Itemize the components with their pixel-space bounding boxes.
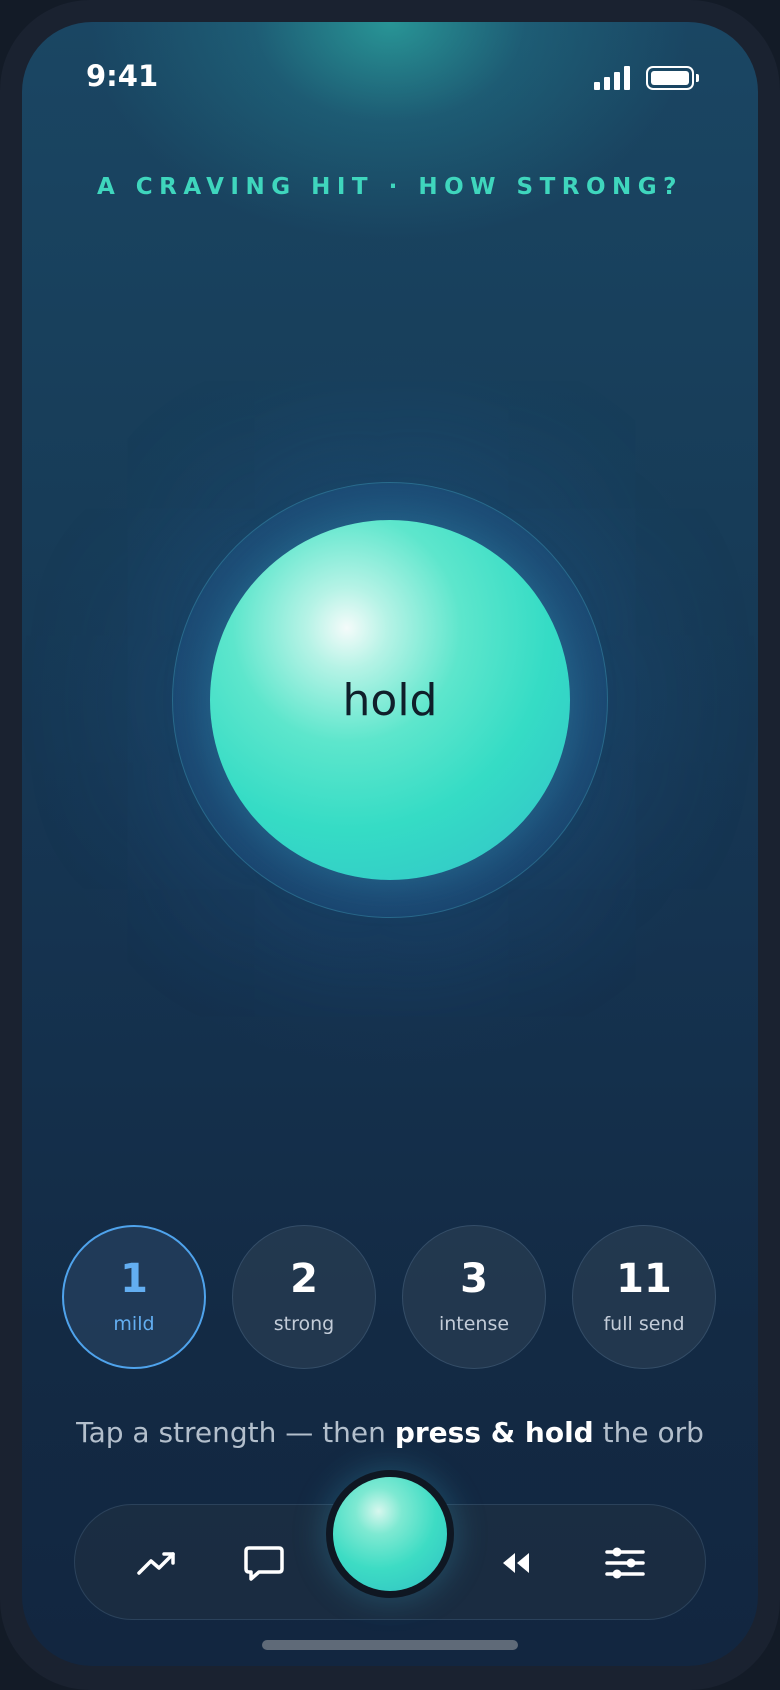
strength-value: 1 <box>120 1256 148 1302</box>
hint-emphasis: press & hold <box>394 1416 594 1449</box>
status-icons <box>594 66 699 90</box>
strength-value: 2 <box>290 1256 318 1302</box>
status-time: 9:41 <box>86 59 159 93</box>
chat-bubble-icon[interactable] <box>241 1541 285 1585</box>
signal-icon <box>594 66 630 90</box>
tab-orb-wrapper <box>326 1470 454 1598</box>
strength-selector: 1 mild 2 strong 3 intense 11 full send <box>62 1225 718 1369</box>
orb-label: hold <box>342 674 438 726</box>
orb-icon[interactable] <box>333 1477 447 1591</box>
strength-label: intense <box>438 1313 510 1335</box>
strength-option-mild[interactable]: 1 mild <box>62 1225 206 1369</box>
strength-option-intense[interactable]: 3 intense <box>402 1225 546 1369</box>
rewind-icon[interactable] <box>495 1541 539 1585</box>
strength-label: full send <box>603 1313 685 1335</box>
hint-text: Tap a strength — then <box>76 1416 395 1449</box>
strength-label: mild <box>113 1313 155 1335</box>
sliders-icon[interactable] <box>603 1541 647 1585</box>
trend-up-icon[interactable] <box>135 1541 179 1585</box>
strength-label: strong <box>273 1313 335 1335</box>
app-screen: 9:41 A CRAVING HIT · HOW STRONG? hold 1 … <box>22 22 758 1666</box>
strength-option-strong[interactable]: 2 strong <box>232 1225 376 1369</box>
home-indicator[interactable] <box>262 1640 518 1650</box>
strength-value: 11 <box>616 1256 672 1302</box>
hold-orb[interactable]: hold <box>210 520 570 880</box>
battery-icon <box>646 66 699 90</box>
strength-value: 3 <box>460 1256 488 1302</box>
instruction-hint: Tap a strength — then press & hold the o… <box>22 1416 758 1449</box>
hint-text-end: the orb <box>593 1416 704 1449</box>
craving-prompt: A CRAVING HIT · HOW STRONG? <box>96 174 684 200</box>
strength-option-full-send[interactable]: 11 full send <box>572 1225 716 1369</box>
